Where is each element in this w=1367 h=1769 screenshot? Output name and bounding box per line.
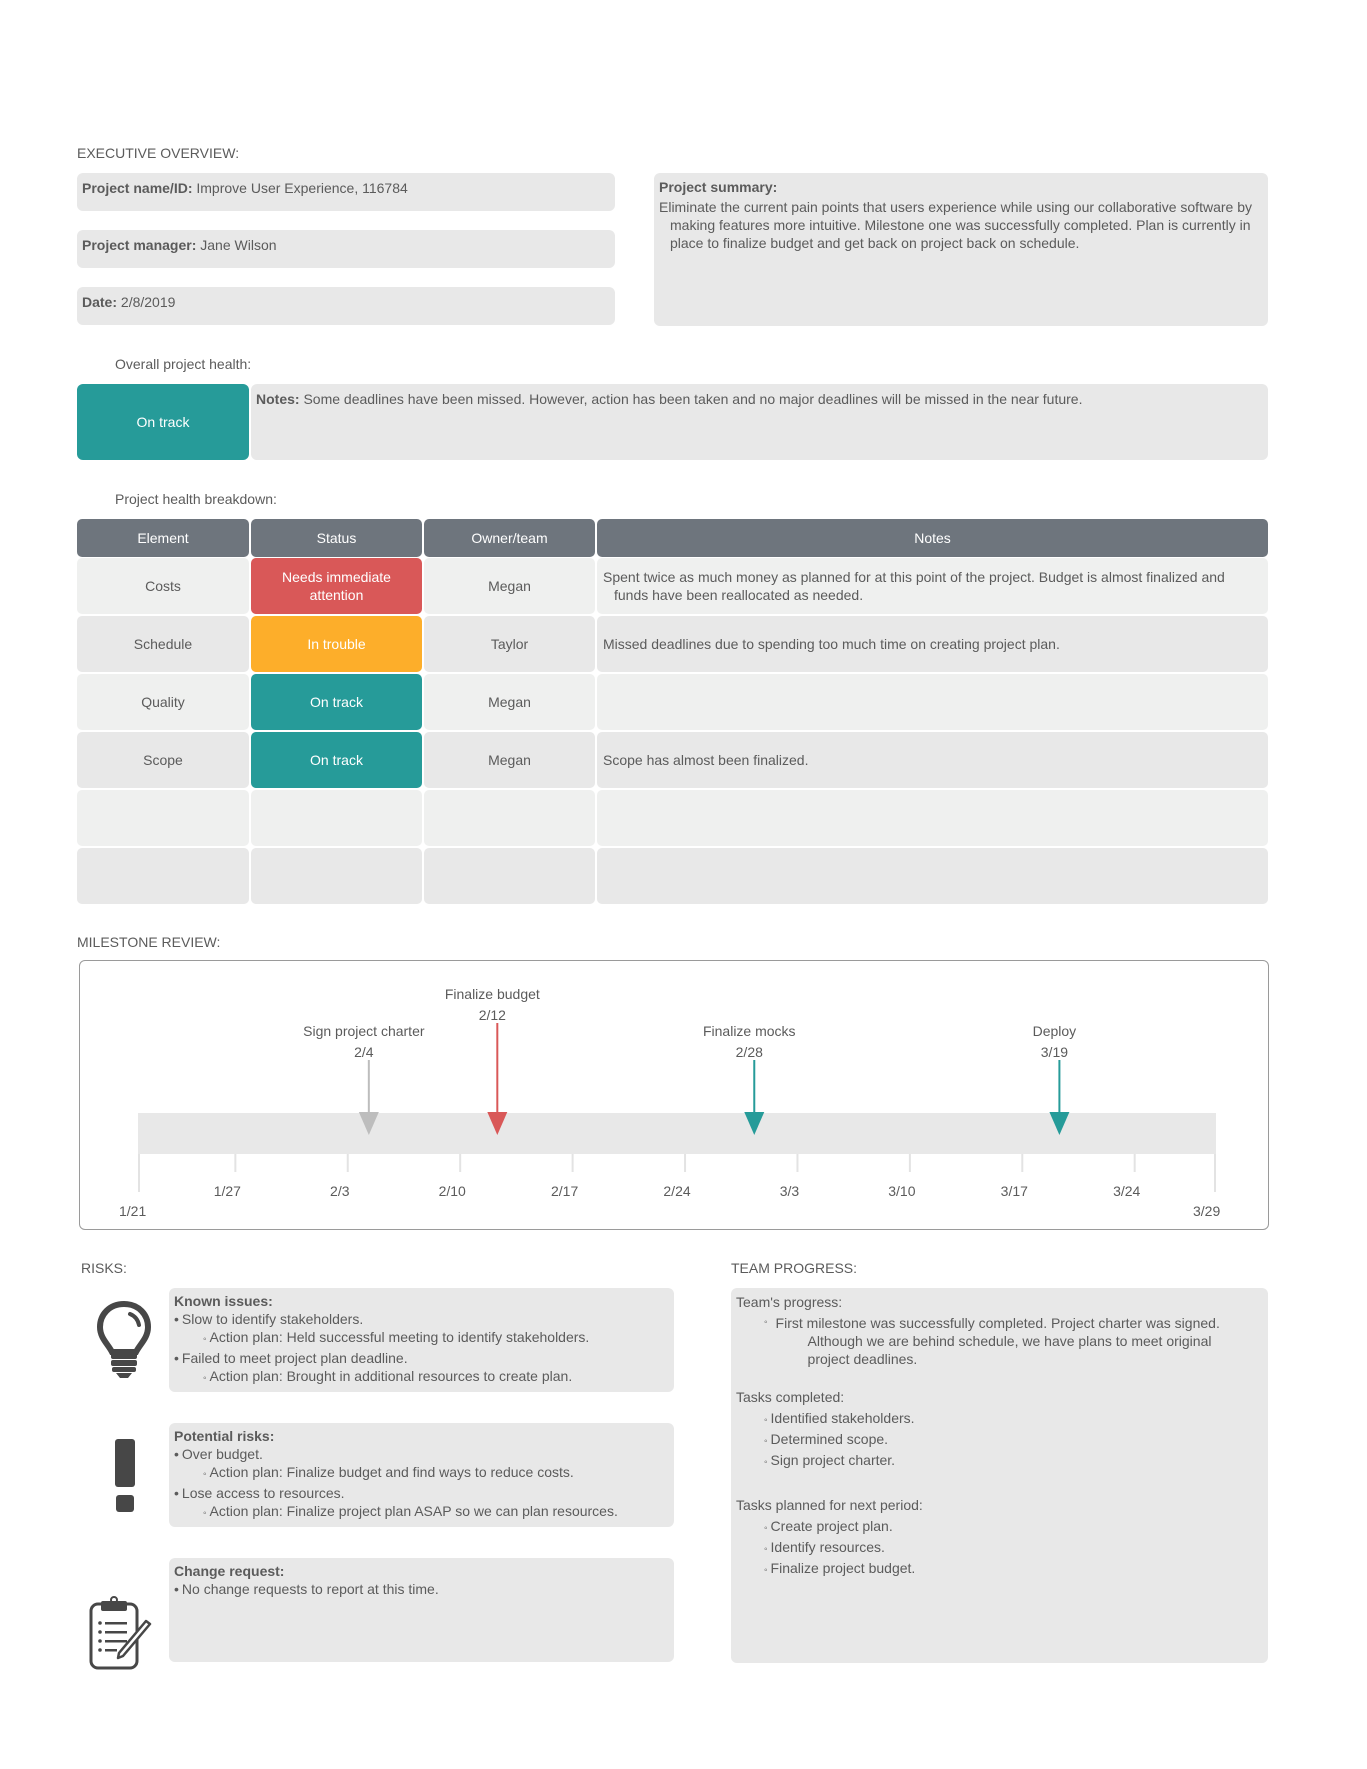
- potential-risks-box: Potential risks: Over budget. Action pla…: [169, 1423, 674, 1527]
- milestone-date: 2/28: [735, 1044, 763, 1060]
- potential-risk-action: Action plan: Finalize budget and find wa…: [174, 1463, 669, 1484]
- milestone-date: 2/12: [478, 1007, 506, 1023]
- timeline-tick-label: 3/24: [1113, 1183, 1141, 1199]
- completed-task-item: Sign project charter.: [736, 1451, 1263, 1472]
- timeline-tick-label: 2/24: [663, 1183, 691, 1199]
- milestone-name: Finalize mocks: [702, 1023, 796, 1039]
- potential-risk-item: Over budget.: [174, 1445, 669, 1463]
- clipboard-icon: [89, 1596, 152, 1670]
- known-issues-box: Known issues: Slow to identify stakehold…: [169, 1288, 674, 1392]
- milestone-label: Sign project charter 2/4: [279, 1021, 449, 1063]
- milestone-date: 3/19: [1040, 1044, 1069, 1060]
- timeline-tick-label: 3/3: [779, 1183, 800, 1199]
- milestone-name: Finalize budget: [444, 986, 540, 1002]
- potential-risks-title: Potential risks:: [174, 1428, 275, 1444]
- tasks-planned-label: Tasks planned for next period:: [736, 1497, 923, 1513]
- team-progress-heading: TEAM PROGRESS:: [731, 1260, 858, 1276]
- known-issue-action: Action plan: Held successful meeting to …: [174, 1328, 669, 1349]
- milestone-label: Finalize mocks 2/28: [664, 1021, 834, 1063]
- change-request-item: No change requests to report at this tim…: [174, 1580, 669, 1598]
- timeline-end-label: 3/29: [1193, 1203, 1221, 1219]
- planned-task-item: Create project plan.: [736, 1517, 1263, 1538]
- known-issue-item: Failed to meet project plan deadline.: [174, 1349, 669, 1367]
- completed-task-item: Determined scope.: [736, 1430, 1263, 1451]
- milestone-name: Deploy: [1032, 1023, 1077, 1039]
- team-progress-box: Team's progress: ◦ First milestone was s…: [731, 1288, 1268, 1663]
- lightbulb-icon: [96, 1300, 152, 1378]
- timeline-tick-label: 3/17: [1000, 1183, 1028, 1199]
- timeline-start-label: 1/21: [119, 1203, 147, 1219]
- change-request-title: Change request:: [174, 1563, 285, 1579]
- potential-risk-action: Action plan: Finalize project plan ASAP …: [174, 1502, 669, 1523]
- completed-task-item: Identified stakeholders.: [736, 1409, 1263, 1430]
- planned-task-item: Finalize project budget.: [736, 1559, 1263, 1580]
- risks-heading: RISKS:: [81, 1260, 127, 1276]
- team-progress-entry: ◦ First milestone was successfully compl…: [736, 1314, 1263, 1368]
- timeline-tick-label: 3/10: [888, 1183, 916, 1199]
- exclamation-icon: [115, 1439, 135, 1512]
- bullet-icon: ◦: [764, 1317, 768, 1328]
- timeline-tick-label: 2/17: [550, 1183, 579, 1199]
- known-issue-item: Slow to identify stakeholders.: [174, 1310, 669, 1328]
- potential-risk-item: Lose access to resources.: [174, 1484, 669, 1502]
- planned-task-item: Identify resources.: [736, 1538, 1263, 1559]
- timeline-tick-label: 1/27: [213, 1183, 241, 1199]
- timeline-tick-label: 2/3: [330, 1183, 350, 1199]
- known-issues-title: Known issues:: [174, 1293, 273, 1309]
- team-progress-label: Team's progress:: [736, 1294, 843, 1310]
- tasks-completed-label: Tasks completed:: [736, 1389, 845, 1405]
- milestone-label: Finalize budget 2/12: [407, 984, 577, 1026]
- known-issue-action: Action plan: Brought in additional resou…: [174, 1367, 669, 1388]
- change-request-box: Change request: No change requests to re…: [169, 1558, 674, 1662]
- milestone-label: Deploy 3/19: [969, 1021, 1139, 1063]
- milestone-date: 2/4: [354, 1044, 374, 1060]
- timeline-tick-label: 2/10: [438, 1183, 466, 1199]
- team-progress-text: First milestone was successfully complet…: [775, 1315, 1220, 1367]
